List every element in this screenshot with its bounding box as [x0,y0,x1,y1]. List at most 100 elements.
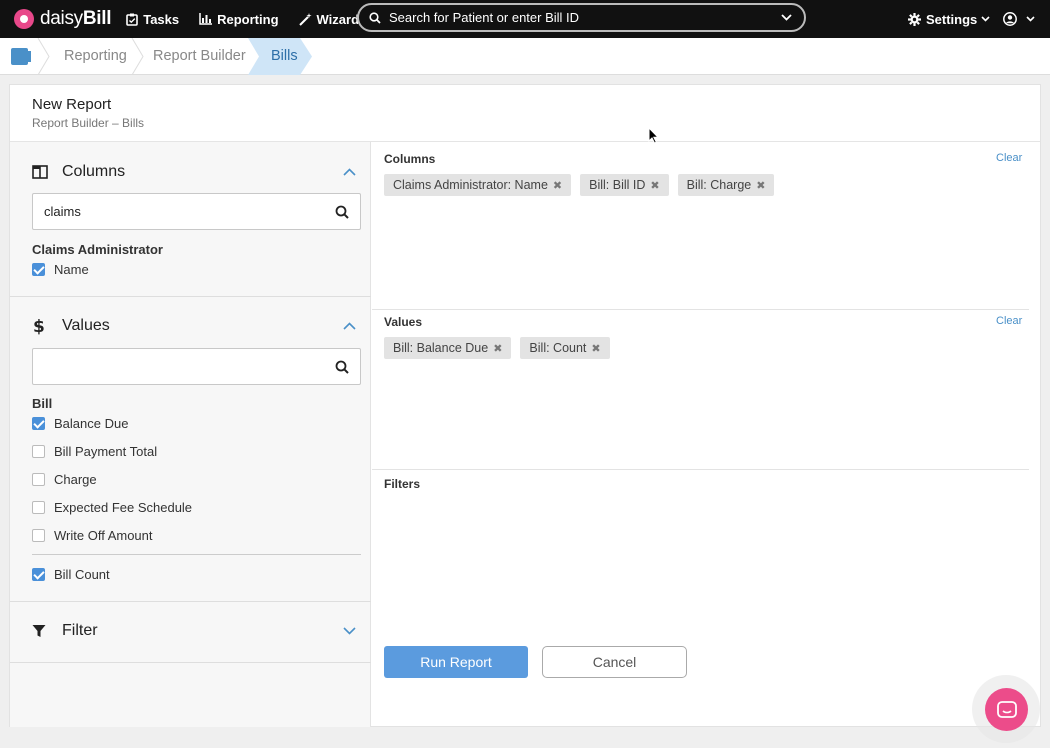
nav-tasks[interactable]: Tasks [126,0,179,38]
checkbox-label: Balance Due [54,415,129,431]
remove-icon[interactable]: ✖ [493,342,502,355]
columns-drop-label: Columns [384,152,436,166]
checkbox-label: Charge [54,471,97,487]
filter-icon [32,625,46,637]
filters-drop-label: Filters [384,477,421,491]
columns-section-title: Columns [62,163,126,180]
column-chip: Claims Administrator: Name ✖ [384,174,572,196]
checkbox-row[interactable]: Expected Fee Schedule [32,498,192,516]
gear-icon [908,12,921,26]
columns-icon [32,165,48,179]
bar-chart-icon [199,13,213,25]
clipboard-icon [126,13,139,26]
breadcrumb: Reporting Report Builder Bills [0,38,1050,75]
columns-section-header[interactable]: Columns [10,157,371,187]
global-search[interactable]: Search for Patient or enter Bill ID [357,3,806,32]
checkbox-label: Expected Fee Schedule [54,499,193,515]
breadcrumb-separator [131,38,144,75]
search-icon [335,360,349,374]
chevron-down-icon [981,14,995,24]
chip-label: Claims Administrator: Name [393,178,548,192]
checkbox[interactable] [32,416,45,430]
value-chip: Bill: Count ✖ [520,337,610,359]
user-menu[interactable] [1003,0,1040,38]
checkbox-row[interactable]: Charge [32,470,97,488]
checkbox-label: Write Off Amount [54,527,153,543]
checkbox-row[interactable]: Bill Payment Total [32,442,157,460]
values-section-header[interactable]: $ Values [10,311,371,341]
divider [32,554,361,555]
checkbox-label: Name [54,261,89,277]
svg-text:$: $ [33,317,44,335]
columns-chip-list: Claims Administrator: Name ✖ Bill: Bill I… [384,174,783,196]
global-search-input[interactable]: Search for Patient or enter Bill ID [389,10,781,25]
clear-columns-link[interactable]: Clear [996,152,1022,164]
dollar-icon: $ [33,317,44,335]
nav-settings-label: Settings [926,11,978,27]
remove-icon[interactable]: ✖ [650,179,659,192]
nav-tasks-label: Tasks [143,11,180,27]
section-divider [10,296,371,297]
search-icon [369,11,381,24]
page-subtitle: Report Builder – Bills [32,116,145,130]
mouse-cursor-icon [648,127,659,144]
section-divider [10,601,371,602]
checkbox[interactable] [32,444,45,458]
search-icon [335,205,349,219]
values-search-field[interactable] [44,349,324,384]
values-search-input[interactable] [32,348,361,385]
value-chip: Bill: Balance Due ✖ [384,337,512,359]
remove-icon[interactable]: ✖ [553,179,562,192]
home-icon[interactable] [11,48,31,65]
columns-search-input[interactable] [32,193,361,230]
checkbox-row[interactable]: Bill Count [32,565,110,583]
nav-settings[interactable]: Settings [908,0,995,38]
breadcrumb-bills[interactable]: Bills [271,38,298,75]
chevron-up-icon[interactable] [343,322,356,330]
checkbox[interactable] [32,528,45,542]
columns-search-field[interactable] [44,194,324,229]
brand-logo[interactable]: daisyBill [14,0,112,38]
builder-sidebar: Columns Claims Administrator Name $ Valu… [10,142,371,727]
clear-values-link[interactable]: Clear [996,315,1022,327]
checkbox[interactable] [32,262,45,276]
checkbox[interactable] [32,472,45,486]
checkbox-row[interactable]: Balance Due [32,414,128,432]
column-chip: Bill: Bill ID ✖ [580,174,669,196]
divider [372,469,1029,470]
chevron-up-icon[interactable] [343,168,356,176]
breadcrumb-report-builder[interactable]: Report Builder [153,38,246,75]
nav-wizard-label: Wizard [316,11,360,27]
checkbox-row[interactable]: Write Off Amount [32,526,153,544]
values-drop-label: Values [384,315,423,329]
divider [372,309,1029,310]
cancel-button[interactable]: Cancel [542,646,687,678]
chip-label: Bill: Balance Due [393,341,489,355]
nav-reporting-label: Reporting [217,11,279,27]
remove-icon[interactable]: ✖ [756,179,765,192]
checkbox[interactable] [32,500,45,514]
values-group-label: Bill [32,396,53,411]
daisy-logo-icon [14,9,34,29]
filter-section-header[interactable]: Filter [10,616,371,646]
columns-group-label: Claims Administrator [32,242,163,257]
breadcrumb-reporting[interactable]: Reporting [64,38,127,75]
brand-name: daisyBill [40,8,112,29]
chevron-down-icon[interactable] [781,14,792,21]
magic-wand-icon [298,12,312,26]
breadcrumb-separator [37,38,50,75]
section-divider [10,662,371,663]
run-report-button[interactable]: Run Report [384,646,528,678]
chip-label: Bill: Charge [686,178,752,192]
chat-launcher-button[interactable] [985,688,1028,731]
filter-section-title: Filter [62,622,98,639]
checkbox-row[interactable]: Name [32,260,89,278]
nav-reporting[interactable]: Reporting [199,0,279,38]
checkbox[interactable] [32,567,45,581]
chevron-down-icon[interactable] [343,627,356,635]
checkbox-label: Bill Count [54,566,110,582]
remove-icon[interactable]: ✖ [591,342,600,355]
values-chip-list: Bill: Balance Due ✖ Bill: Count ✖ [384,337,619,359]
page-title: New Report [32,96,112,113]
top-nav: daisyBill Tasks Reporting Wizard Search … [0,0,1050,38]
